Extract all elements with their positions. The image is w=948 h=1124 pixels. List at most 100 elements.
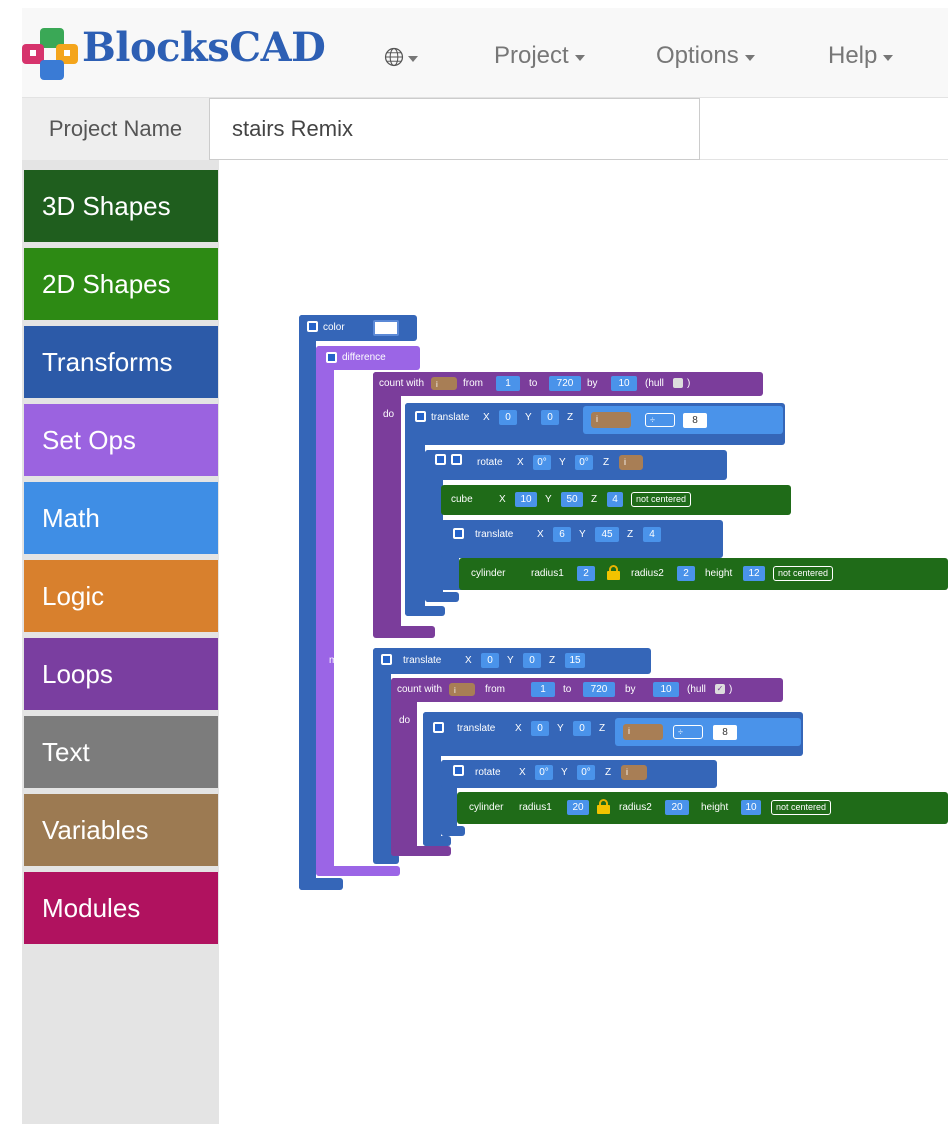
translate-block[interactable]: translate X 0 Y 0 Z 15 (373, 648, 651, 674)
collapse-icon[interactable] (453, 765, 464, 776)
blocks-workspace[interactable]: color difference minus count with i from… (219, 160, 948, 1124)
color-block-spine[interactable] (299, 315, 316, 890)
difference-block[interactable]: difference (316, 346, 420, 370)
radius2-value[interactable]: 20 (665, 800, 689, 815)
loop-variable-dropdown[interactable]: i (431, 377, 457, 390)
z-value[interactable]: 4 (607, 492, 623, 507)
y-value[interactable]: 0 (523, 653, 541, 668)
cylinder-block[interactable]: cylinder radius1 20 radius2 20 height 10… (457, 792, 948, 824)
x-value[interactable]: 0 (481, 653, 499, 668)
rotate-block[interactable]: rotate X 0° Y 0° Z i (441, 760, 717, 788)
category-math[interactable]: Math (24, 482, 218, 554)
translate-block[interactable]: translate X 6 Y 45 Z 4 (441, 520, 723, 558)
project-menu[interactable]: Project (494, 42, 585, 70)
collapse-icon[interactable] (307, 321, 318, 332)
project-name-input[interactable]: stairs Remix (210, 98, 700, 160)
from-value[interactable]: 1 (496, 376, 520, 391)
loop-variable-block[interactable]: i (621, 765, 647, 780)
category-3d-shapes[interactable]: 3D Shapes (24, 170, 218, 242)
x-value[interactable]: 0 (531, 721, 549, 736)
center-dropdown[interactable]: not centered (771, 800, 832, 815)
blockscad-logo-icon[interactable] (22, 28, 82, 82)
category-variables[interactable]: Variables (24, 794, 218, 866)
collapse-icon[interactable] (415, 411, 426, 422)
lock-icon[interactable] (597, 799, 610, 814)
y-value[interactable]: 50 (561, 492, 583, 507)
math-divide-block[interactable]: i ÷ 8 (615, 718, 801, 746)
language-menu[interactable] (384, 42, 418, 72)
y-value[interactable]: 0 (541, 410, 559, 425)
y-value[interactable]: 0 (573, 721, 591, 736)
to-value[interactable]: 720 (549, 376, 581, 391)
rotate-block[interactable]: rotate X 0° Y 0° Z i (425, 450, 727, 480)
divisor-value[interactable]: 8 (683, 413, 707, 428)
x-value[interactable]: 0° (535, 765, 553, 780)
category-2d-shapes[interactable]: 2D Shapes (24, 248, 218, 320)
height-value[interactable]: 12 (743, 566, 765, 581)
from-label: from (485, 684, 505, 695)
from-value[interactable]: 1 (531, 682, 555, 697)
radius2-value[interactable]: 2 (677, 566, 695, 581)
radius1-value[interactable]: 20 (567, 800, 589, 815)
height-value[interactable]: 10 (741, 800, 761, 815)
loop-variable-dropdown[interactable]: i (449, 683, 475, 696)
translate-block-spine[interactable] (373, 648, 391, 862)
math-divide-block[interactable]: i ÷ 8 (583, 406, 783, 434)
collapse-icon[interactable] (435, 454, 446, 465)
y-value[interactable]: 0° (577, 765, 595, 780)
cube-block[interactable]: cube X 10 Y 50 Z 4 not centered (441, 485, 791, 515)
help-menu[interactable]: Help (828, 42, 894, 70)
y-value[interactable]: 45 (595, 527, 619, 542)
category-modules[interactable]: Modules (24, 872, 218, 944)
collapse-icon[interactable] (326, 352, 337, 363)
hull-close-label: ) (729, 684, 733, 695)
difference-block-spine[interactable] (316, 346, 334, 876)
y-value[interactable]: 0° (575, 455, 593, 470)
category-loops[interactable]: Loops (24, 638, 218, 710)
cylinder-block[interactable]: cylinder radius1 2 radius2 2 height 12 n… (459, 558, 948, 590)
divisor-value[interactable]: 8 (713, 725, 737, 740)
radius1-value[interactable]: 2 (577, 566, 595, 581)
x-value[interactable]: 0° (533, 455, 551, 470)
translate-block[interactable]: translate X 0 Y 0 Z i ÷ 8 (405, 403, 785, 445)
by-value[interactable]: 10 (611, 376, 637, 391)
collapse-icon[interactable] (381, 654, 392, 665)
collapse-icon[interactable] (451, 454, 462, 465)
to-value[interactable]: 720 (583, 682, 615, 697)
collapse-icon[interactable] (453, 528, 464, 539)
loop-variable-block[interactable]: i (591, 412, 631, 428)
x-value[interactable]: 6 (553, 527, 571, 542)
category-label: Logic (42, 580, 105, 611)
count-loop-block[interactable]: count with i from 1 to 720 by 10 (hull ✓… (391, 678, 783, 702)
options-menu[interactable]: Options (656, 42, 755, 70)
hull-checkbox-checked[interactable]: ✓ (715, 684, 725, 694)
operator-dropdown[interactable]: ÷ (673, 725, 703, 739)
x-value[interactable]: 0 (499, 410, 517, 425)
center-dropdown[interactable]: not centered (631, 492, 692, 507)
category-set-ops[interactable]: Set Ops (24, 404, 218, 476)
loop-variable-block[interactable]: i (623, 724, 663, 740)
x-value[interactable]: 10 (515, 492, 537, 507)
color-swatch[interactable] (373, 320, 399, 336)
category-transforms[interactable]: Transforms (24, 326, 218, 398)
category-text[interactable]: Text (24, 716, 218, 788)
lock-icon[interactable] (607, 565, 620, 580)
brand-title[interactable]: BlocksCAD (82, 24, 326, 71)
category-label: 3D Shapes (42, 190, 171, 221)
loop-variable-block[interactable]: i (619, 455, 643, 470)
count-loop-block[interactable]: count with i from 1 to 720 by 10 (hull ) (373, 372, 763, 396)
loop-block-spine[interactable] (391, 678, 417, 856)
color-block[interactable]: color (299, 315, 417, 341)
center-dropdown[interactable]: not centered (773, 566, 834, 581)
z-value[interactable]: 15 (565, 653, 585, 668)
rotate-block-footer (425, 592, 459, 602)
z-label: Z (603, 457, 610, 468)
z-value[interactable]: 4 (643, 527, 661, 542)
by-value[interactable]: 10 (653, 682, 679, 697)
operator-dropdown[interactable]: ÷ (645, 413, 675, 427)
collapse-icon[interactable] (433, 722, 444, 733)
translate-block[interactable]: translate X 0 Y 0 Z i ÷ 8 (423, 712, 803, 756)
rotate-label: rotate (477, 457, 503, 468)
hull-checkbox[interactable] (673, 378, 683, 388)
category-logic[interactable]: Logic (24, 560, 218, 632)
